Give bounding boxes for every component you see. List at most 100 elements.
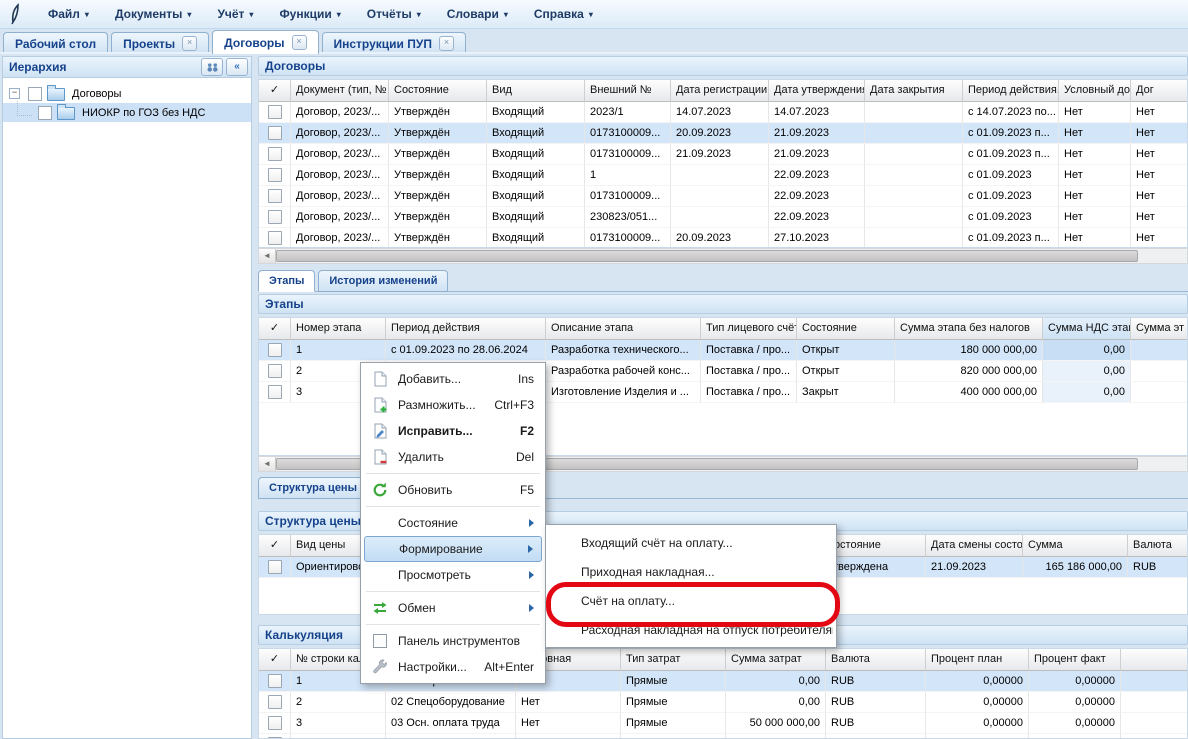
table-row[interactable]: Договор, 2023/...УтверждёнВходящий2023/1… (259, 102, 1187, 123)
column-header-check[interactable]: ✓ (259, 80, 291, 102)
column-header-stage-no[interactable]: Номер этапа (291, 318, 386, 340)
contracts-hscrollbar[interactable]: ◄ (258, 248, 1188, 264)
collapse-sidebar-button[interactable]: « (226, 58, 248, 76)
row-checkbox[interactable] (268, 695, 282, 709)
column-header-percent-plan[interactable]: Процент план (926, 649, 1029, 671)
column-header-check[interactable]: ✓ (259, 649, 291, 671)
column-header-external-no[interactable]: Внешний № (585, 80, 671, 102)
row-checkbox[interactable] (268, 147, 282, 161)
close-icon[interactable]: × (439, 36, 454, 51)
column-header-check[interactable]: ✓ (259, 535, 291, 557)
tree-checkbox[interactable] (38, 106, 52, 120)
row-checkbox[interactable] (268, 168, 282, 182)
column-header-state[interactable]: Состояние (797, 318, 895, 340)
table-row[interactable]: Договор, 2023/...УтверждёнВходящий017310… (259, 144, 1187, 165)
column-header-state-change-date[interactable]: Дата смены состоя (926, 535, 1023, 557)
tab-price-structure[interactable]: Структура цены (258, 477, 368, 499)
column-header-sum-vat[interactable]: Сумма НДС этапа (1043, 318, 1131, 340)
column-header-currency[interactable]: Валюта (1128, 535, 1188, 557)
menu-item-duplicate[interactable]: Размножить...Ctrl+F3 (364, 392, 542, 418)
menu-item-settings[interactable]: Настройки...Alt+Enter (364, 654, 542, 680)
tab-desktop[interactable]: Рабочий стол (3, 32, 108, 54)
column-header-empty[interactable] (1121, 649, 1188, 671)
table-row[interactable]: Договор, 2023/...УтверждёнВходящий017310… (259, 186, 1187, 207)
row-checkbox[interactable] (268, 674, 282, 688)
column-header-sum[interactable]: Сумма (1023, 535, 1128, 557)
column-header-validity[interactable]: Период действия.. (963, 80, 1059, 102)
table-row[interactable]: Договор, 2023/...УтверждёнВходящий017310… (259, 228, 1187, 248)
menu-reports[interactable]: Отчёты▾ (354, 2, 434, 26)
column-header-description[interactable]: Описание этапа (546, 318, 701, 340)
menu-item-add[interactable]: Добавить...Ins (364, 366, 542, 392)
tab-stages[interactable]: Этапы (258, 270, 315, 292)
table-row[interactable]: Договор, 2023/...УтверждёнВходящий122.09… (259, 165, 1187, 186)
row-checkbox[interactable] (268, 105, 282, 119)
column-header-dog[interactable]: Дог (1131, 80, 1188, 102)
menu-item-refresh[interactable]: ОбновитьF5 (364, 477, 542, 503)
page-copy-icon (371, 396, 389, 414)
row-checkbox[interactable] (268, 189, 282, 203)
column-header-account-type[interactable]: Тип лицевого счёт (701, 318, 797, 340)
row-checkbox[interactable] (268, 560, 282, 574)
table-row[interactable]: 202 СпецоборудованиеНетПрямые0,00RUB0,00… (259, 692, 1187, 713)
menu-item-toolbar-panel[interactable]: Панель инструментов (364, 628, 542, 654)
row-checkbox[interactable] (268, 716, 282, 730)
tree-node[interactable]: −Договоры (3, 84, 251, 103)
row-checkbox[interactable] (268, 126, 282, 140)
tab-pup-instructions[interactable]: Инструкции ПУП× (322, 32, 466, 54)
row-checkbox[interactable] (268, 343, 282, 357)
submenu-item-label: Приходная накладная... (581, 565, 715, 579)
menu-file[interactable]: Файл▾ (35, 2, 102, 26)
tree-node[interactable]: НИОКР по ГОЗ без НДС (3, 103, 251, 122)
scroll-left-icon[interactable]: ◄ (259, 457, 276, 471)
table-row[interactable]: 404 Доп...НетПрямые5 050 000,00RUB10,500… (259, 734, 1187, 739)
table-row[interactable]: 1с 01.09.2023 по 28.06.2024Разработка те… (259, 340, 1187, 361)
column-header-sum-et[interactable]: Сумма эт (1131, 318, 1188, 340)
column-header-reg-date[interactable]: Дата регистрации.. (671, 80, 769, 102)
menu-item-view[interactable]: Просмотреть (364, 562, 542, 588)
close-icon[interactable]: × (292, 35, 307, 50)
menu-accounting[interactable]: Учёт▾ (204, 2, 266, 26)
tree-checkbox[interactable] (28, 87, 42, 101)
close-icon[interactable]: × (182, 36, 197, 51)
menu-item-state[interactable]: Состояние (364, 510, 542, 536)
column-header-cost-type[interactable]: Тип затрат (621, 649, 726, 671)
menu-item-exchange[interactable]: Обмен (364, 595, 542, 621)
menu-help[interactable]: Справка▾ (521, 2, 606, 26)
menu-functions[interactable]: Функции▾ (266, 2, 353, 26)
column-header-approve-date[interactable]: Дата утверждения (769, 80, 865, 102)
column-header-state[interactable]: Состояние (389, 80, 487, 102)
table-row[interactable]: 303 Осн. оплата трудаНетПрямые50 000 000… (259, 713, 1187, 734)
row-checkbox[interactable] (268, 231, 282, 245)
cell-state: Утверждён (389, 123, 487, 144)
tab-contracts[interactable]: Договоры× (212, 30, 318, 54)
column-header-check[interactable]: ✓ (259, 318, 291, 340)
row-checkbox[interactable] (268, 364, 282, 378)
find-button[interactable] (201, 58, 223, 76)
column-header-cost-sum[interactable]: Сумма затрат (726, 649, 826, 671)
tab-change-history[interactable]: История изменений (318, 270, 448, 292)
column-header-percent-fact[interactable]: Процент факт (1029, 649, 1121, 671)
tree-expander-icon[interactable]: − (9, 88, 20, 99)
menu-item-edit[interactable]: Исправить...F2 (364, 418, 542, 444)
column-header-validity[interactable]: Период действия (386, 318, 546, 340)
column-header-close-date[interactable]: Дата закрытия (865, 80, 963, 102)
menu-documents[interactable]: Документы▾ (102, 2, 205, 26)
row-checkbox[interactable] (268, 210, 282, 224)
cell-reg-date (671, 207, 769, 228)
column-header-kind[interactable]: Вид (487, 80, 585, 102)
table-row[interactable]: Договор, 2023/...УтверждёнВходящий017310… (259, 123, 1187, 144)
scroll-thumb[interactable] (276, 250, 1138, 262)
column-header-conditional[interactable]: Условный договор (1059, 80, 1131, 102)
scroll-left-icon[interactable]: ◄ (259, 249, 276, 263)
menu-item-formation[interactable]: Формирование (364, 536, 542, 562)
row-checkbox[interactable] (268, 385, 282, 399)
submenu-item-incoming-payment-invoice[interactable]: Входящий счёт на оплату... (549, 528, 833, 557)
table-row[interactable]: Договор, 2023/...УтверждёнВходящий230823… (259, 207, 1187, 228)
column-header-currency[interactable]: Валюта (826, 649, 926, 671)
menu-dictionaries[interactable]: Словари▾ (434, 2, 521, 26)
column-header-document[interactable]: Документ (тип, № (291, 80, 389, 102)
menu-item-delete[interactable]: УдалитьDel (364, 444, 542, 470)
column-header-sum-no-tax[interactable]: Сумма этапа без налогов (895, 318, 1043, 340)
tab-projects[interactable]: Проекты× (111, 32, 209, 54)
